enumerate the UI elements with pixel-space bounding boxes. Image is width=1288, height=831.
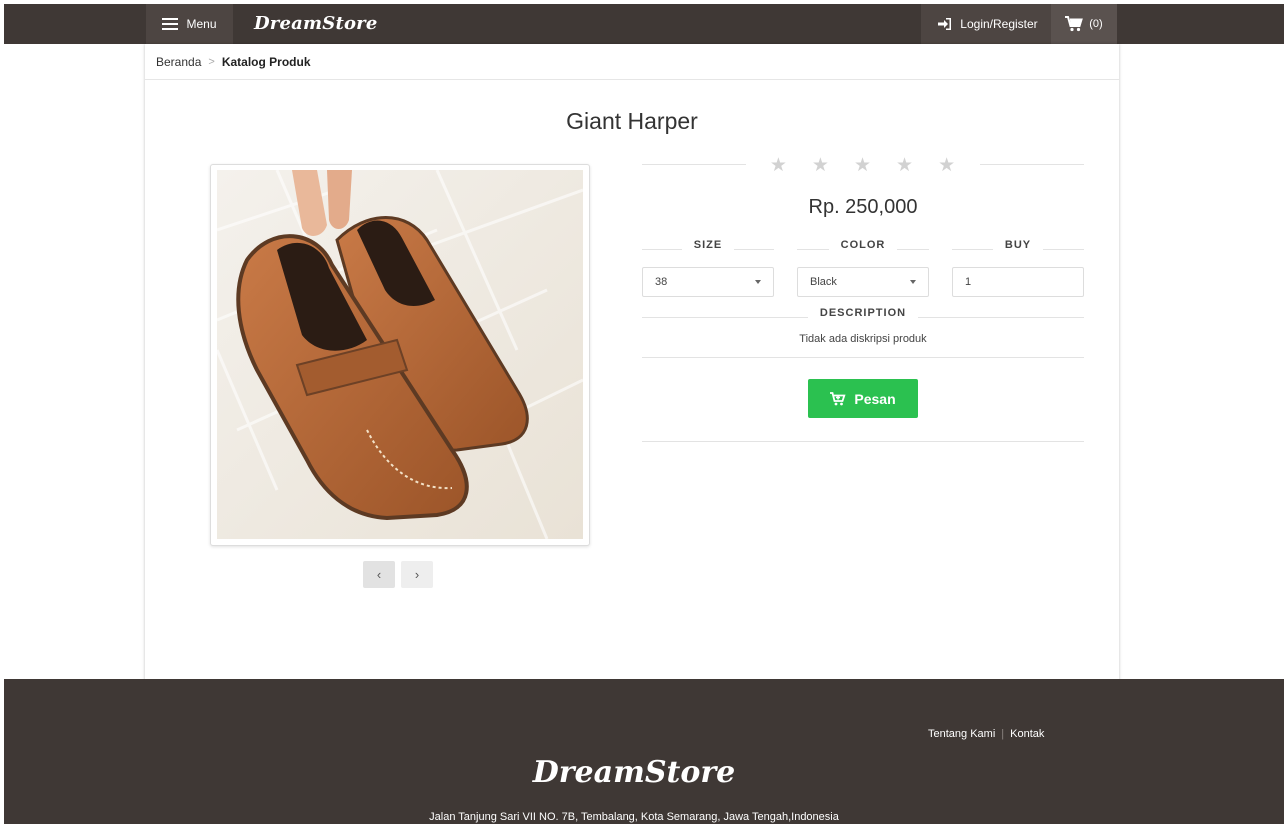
star-icon: ★ [757,154,800,177]
star-icon: ★ [884,154,927,177]
size-select[interactable]: 38 [642,267,774,297]
rating-row: ★ ★ ★ ★ ★ [642,154,1084,177]
buy-option: BUY 1 [952,239,1084,297]
color-label: COLOR [828,239,898,251]
rating-stars[interactable]: ★ ★ ★ ★ ★ [745,154,981,177]
breadcrumb: Beranda > Katalog Produk [145,44,1119,80]
size-option: SIZE 38 [642,239,774,297]
cart-button[interactable]: (0) [1051,4,1117,44]
menu-button[interactable]: Menu [146,4,233,44]
breadcrumb-home-link[interactable]: Beranda [156,55,201,69]
product-photo [217,170,583,539]
caret-down-icon [910,280,916,284]
product-title: Giant Harper [566,108,698,134]
about-link[interactable]: Tentang Kami [928,728,995,740]
buy-label-row: BUY [952,239,1084,259]
star-icon: ★ [799,154,842,177]
gallery-pager: ‹ › [363,561,433,588]
star-icon: ★ [841,154,885,177]
color-value: Black [810,276,837,288]
main-content: Beranda > Katalog Produk Giant Harper ‹ … [145,44,1119,713]
description-text: Tidak ada diskripsi produk [799,333,927,345]
login-register-label: Login/Register [960,17,1038,31]
footer-brand-logo: DreamStore [532,755,736,790]
footer-link-divider: | [1001,728,1005,740]
buy-label: BUY [992,239,1044,251]
gallery-prev-button[interactable]: ‹ [363,561,395,588]
cart-icon [1065,16,1084,32]
cart-count: (0) [1089,18,1103,30]
gallery-next-button[interactable]: › [401,561,433,588]
breadcrumb-current: Katalog Produk [221,54,311,69]
product-price: Rp. 250,000 [808,196,918,218]
description-label: DESCRIPTION [807,307,919,319]
login-register-button[interactable]: Login/Register [921,4,1054,44]
product-details: ★ ★ ★ ★ ★ Rp. 250,000 SIZE 38 COLOR Black [642,154,1084,442]
menu-label: Menu [186,17,217,31]
caret-down-icon [755,280,761,284]
contact-link[interactable]: Kontak [1010,728,1044,740]
breadcrumb-separator-icon: > [208,55,215,68]
quantity-input[interactable]: 1 [952,267,1084,297]
order-section: Pesan [642,358,1084,441]
product-image-card [210,164,590,546]
color-option: COLOR Black [797,239,929,297]
divider [642,441,1084,442]
order-button[interactable]: Pesan [808,379,918,418]
color-label-row: COLOR [797,239,929,259]
top-navbar: Menu DreamStore Login/Register (0) [4,4,1284,44]
size-value: 38 [655,276,668,288]
footer-address: Jalan Tanjung Sari VII NO. 7B, Tembalang… [429,811,839,823]
quantity-value: 1 [965,276,972,288]
order-label: Pesan [854,390,896,407]
hamburger-icon [162,18,179,30]
sign-in-icon [938,18,952,30]
product-options: SIZE 38 COLOR Black BUY 1 [642,239,1084,297]
size-label-row: SIZE [642,239,774,259]
color-select[interactable]: Black [797,267,929,297]
brand-logo[interactable]: DreamStore [254,4,378,44]
size-label: SIZE [681,239,735,251]
footer: Tentang Kami | Kontak DreamStore Jalan T… [4,679,1284,824]
star-icon: ★ [926,154,969,177]
footer-links: Tentang Kami | Kontak [928,728,1044,740]
cart-plus-icon [830,391,846,405]
description-label-row: DESCRIPTION [642,307,1084,327]
